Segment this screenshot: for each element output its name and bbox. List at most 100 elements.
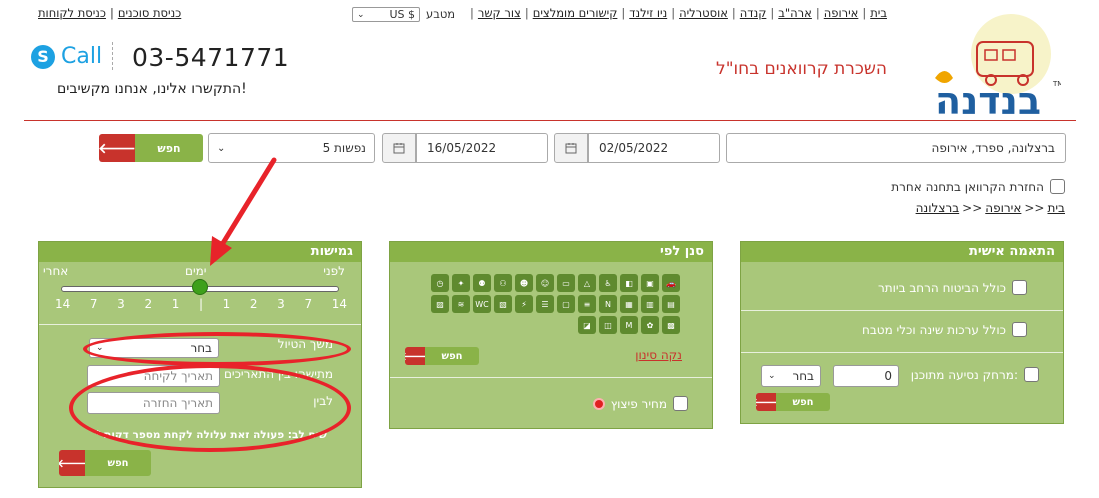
personal-search-button[interactable]: 🡐 חפש [756, 393, 830, 411]
calendar-icon[interactable] [554, 133, 588, 163]
nav-link-home[interactable]: בית [870, 6, 887, 20]
slider-tick: 14 [331, 297, 347, 311]
slider-tick: 14 [55, 297, 71, 311]
special-price-option[interactable]: מחיר פיצוץ [592, 396, 688, 411]
wc-icon[interactable]: WC [473, 295, 491, 313]
insurance-option[interactable]: כולל הביטוח הרחב ביותר [878, 280, 1027, 295]
skype-call-label: Call [61, 44, 103, 69]
kits-option[interactable]: כולל ערכות שינה וכלי מטבח [862, 322, 1027, 337]
nav-separator: | [770, 6, 775, 20]
power-icon[interactable]: ⚡ [515, 295, 533, 313]
motorhome-icon[interactable]: ▦ [620, 295, 638, 313]
car-icon[interactable]: 🚗 [662, 274, 680, 292]
bandana-logo[interactable]: TM בנדנה [915, 8, 1061, 120]
bus-icon[interactable]: ▤ [662, 295, 680, 313]
caravan3-icon[interactable]: ◫ [599, 316, 617, 334]
filter-search-label: חפש [425, 347, 479, 365]
flexibility-panel: גמישות לפני ימים אחרי 14 7 3 2 1 | 1 2 3 7 14 משך … [38, 241, 362, 488]
breadcrumb-home[interactable]: בית [1047, 201, 1065, 215]
filter-search-button[interactable]: 🡐 חפש [405, 347, 479, 365]
highlight-oval [83, 332, 351, 366]
slider-ticks: 14 7 3 2 1 | 1 2 3 7 14 [55, 297, 347, 311]
divider [741, 352, 1063, 353]
slider-tick: 1 [171, 297, 180, 311]
flexibility-slider-handle[interactable] [192, 279, 208, 295]
truck-icon[interactable]: ◪ [578, 316, 596, 334]
new-icon[interactable]: N [599, 295, 617, 313]
currency-select[interactable]: ⌄ US $ [352, 7, 420, 22]
contact-text: התקשרו אלינו, אנחנו מקשיבים! [57, 81, 247, 97]
clock-icon[interactable]: ◷ [431, 274, 449, 292]
group-icon[interactable]: ⚉ [473, 274, 491, 292]
slider-tick: 7 [304, 297, 313, 311]
client-login-link[interactable]: כניסת לקוחות [38, 6, 106, 20]
van-icon[interactable]: ▥ [641, 295, 659, 313]
agent-login-link[interactable]: כניסת סוכנים [118, 6, 181, 20]
chevron-down-icon: ⌄ [357, 9, 365, 20]
camper2-icon[interactable]: ▩ [662, 316, 680, 334]
camper-icon[interactable]: ◧ [620, 274, 638, 292]
distance-input[interactable]: 0 [833, 365, 899, 387]
slider-tick: 2 [144, 297, 153, 311]
bunk2-icon[interactable]: ☰ [536, 295, 554, 313]
distance-option[interactable]: מרחק נסיעה מתוכנן: [911, 367, 1039, 382]
nav-link-usa[interactable]: ארה"ב [778, 6, 812, 20]
skype-icon: S [31, 44, 55, 69]
client-links: כניסת לקוחות | כניסת סוכנים [38, 6, 181, 20]
nav-link-australia[interactable]: אוסטרליה [679, 6, 728, 20]
tv-icon[interactable]: ▢ [557, 295, 575, 313]
top-nav: בית | אירופה | ארה"ב | קנדה | אוסטרליה | ניו … [470, 6, 887, 20]
flex-search-button[interactable]: 🡐 חפש [59, 450, 151, 476]
slider-tick: | [198, 297, 204, 311]
shower2-icon[interactable]: ≋ [452, 295, 470, 313]
return-date-input[interactable]: 16/05/2022 [416, 133, 548, 163]
kids-icon[interactable]: ☻ [515, 274, 533, 292]
wheelchair-icon[interactable]: ♿ [599, 274, 617, 292]
nav-separator: | [524, 6, 529, 20]
distance-unit-select[interactable]: ⌄ בחר [761, 365, 821, 387]
filter-panel-title: סנן לפי [390, 242, 712, 262]
distance-checkbox[interactable] [1024, 367, 1039, 382]
people-icon[interactable]: ⚇ [494, 274, 512, 292]
pickup-date-input[interactable]: 02/05/2022 [588, 133, 720, 163]
arrow-left-icon: 🡐 [405, 347, 430, 365]
distance-label: מרחק נסיעה מתוכנן: [910, 367, 1018, 382]
nav-link-canada[interactable]: קנדה [740, 6, 767, 20]
family-icon[interactable]: ☺ [536, 274, 554, 292]
filter-icon-grid: 🚗 ▣ ◧ ♿ △ ▭ ☺ ☻ ⚇ ⚉ ✦ ◷ ▤ ▥ ▦ N ≡ ▢ ☰ ⚡ ▧ WC ≋ ▨ ▩ ✿ M ◫ ◪ [430, 274, 680, 334]
search-button[interactable]: 🡐 חפש [99, 134, 203, 162]
arrow-left-icon: 🡐 [59, 450, 87, 476]
personal-panel-title: התאמה אישית [741, 242, 1063, 262]
nav-link-europe[interactable]: אירופה [824, 6, 859, 20]
m-icon[interactable]: M [620, 316, 638, 334]
bunk-icon[interactable]: ≡ [578, 295, 596, 313]
divider [39, 324, 361, 325]
caravan2-icon[interactable]: ▨ [431, 295, 449, 313]
chevron-down-icon: ⌄ [217, 142, 226, 154]
cargo-icon[interactable]: ▧ [494, 295, 512, 313]
nav-link-new-zealand[interactable]: ניו זילנד [629, 6, 667, 20]
tent-icon[interactable]: △ [578, 274, 596, 292]
breadcrumb-city[interactable]: ברצלונה [916, 201, 960, 215]
breadcrumb-separator: >> [962, 201, 983, 215]
kits-checkbox[interactable] [1012, 322, 1027, 337]
skype-call-button[interactable]: S Call [31, 44, 102, 69]
shower-icon[interactable]: ✦ [452, 274, 470, 292]
other-station-option[interactable]: החזרת הקרוואן בתחנה אחרת [891, 179, 1065, 194]
special-price-checkbox[interactable] [673, 396, 688, 411]
hot-price-icon [592, 397, 605, 410]
bed-icon[interactable]: ▭ [557, 274, 575, 292]
nav-link-contact[interactable]: צור קשר [478, 6, 521, 20]
calendar-icon[interactable] [382, 133, 416, 163]
settings-icon[interactable]: ✿ [641, 316, 659, 334]
currency-value: US $ [389, 8, 415, 21]
clear-filter-link[interactable]: נקה סינון [635, 348, 682, 362]
nav-separator: | [731, 6, 736, 20]
breadcrumb-region[interactable]: אירופה [985, 201, 1021, 215]
nav-link-recommended[interactable]: קישורים מומלצים [533, 6, 618, 20]
destination-input[interactable]: ברצלונה, ספרד, אירופה [726, 133, 1066, 163]
divider [112, 42, 113, 70]
caravan-icon[interactable]: ▣ [641, 274, 659, 292]
insurance-checkbox[interactable] [1012, 280, 1027, 295]
other-station-checkbox[interactable] [1050, 179, 1065, 194]
